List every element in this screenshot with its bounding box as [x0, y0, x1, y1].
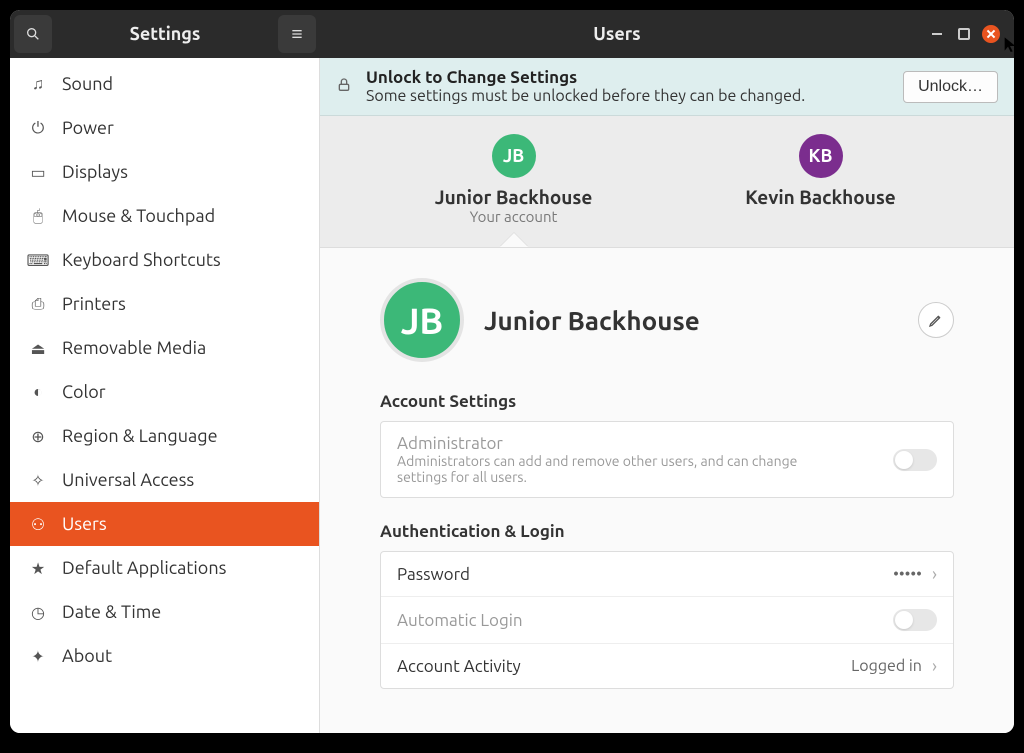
- close-button[interactable]: [982, 25, 1000, 43]
- administrator-row: Administrator Administrators can add and…: [381, 422, 953, 497]
- sidebar-item-label: Printers: [62, 294, 126, 314]
- sidebar-item-region-language[interactable]: ⊕ Region & Language: [10, 414, 319, 458]
- sidebar-item-about[interactable]: ✦ About: [10, 634, 319, 678]
- automatic-login-label: Automatic Login: [397, 611, 893, 630]
- sidebar-item-label: Color: [62, 382, 106, 402]
- removable-media-icon: ⏏: [28, 339, 48, 358]
- sidebar-item-label: Universal Access: [62, 470, 194, 490]
- sidebar-item-label: Date & Time: [62, 602, 161, 622]
- user-name-label: Kevin Backhouse: [711, 186, 931, 208]
- profile-header: JB Junior Backhouse: [380, 278, 954, 362]
- maximize-button[interactable]: [958, 28, 970, 40]
- password-value: •••••: [893, 565, 922, 583]
- date-time-icon: ◷: [28, 603, 48, 622]
- unlock-button[interactable]: Unlock…: [903, 71, 998, 103]
- user-card-junior-backhouse[interactable]: JB Junior BackhouseYour account: [404, 134, 624, 225]
- edit-name-button[interactable]: [918, 302, 954, 338]
- sidebar-item-label: Users: [62, 514, 107, 534]
- automatic-login-row: Automatic Login: [381, 597, 953, 644]
- sidebar-item-displays[interactable]: ▭ Displays: [10, 150, 319, 194]
- displays-icon: ▭: [28, 163, 48, 182]
- titlebar: Settings Users: [10, 10, 1014, 58]
- sidebar-item-label: Removable Media: [62, 338, 206, 358]
- sidebar-item-users[interactable]: ⚇ Users: [10, 502, 319, 546]
- sidebar[interactable]: ♫ Sound ⏻ Power ▭ Displays 🖱 Mouse & Touchpad ⌨ K…: [10, 58, 320, 733]
- sidebar-item-label: Keyboard Shortcuts: [62, 250, 221, 270]
- unlock-title: Unlock to Change Settings: [366, 68, 889, 87]
- printers-icon: ⎙: [28, 295, 48, 314]
- search-button[interactable]: [14, 15, 52, 53]
- window-controls: [914, 25, 1014, 43]
- profile-name: Junior Backhouse: [484, 306, 898, 335]
- sidebar-item-label: Default Applications: [62, 558, 226, 578]
- profile-avatar[interactable]: JB: [380, 278, 464, 362]
- auth-section-title: Authentication & Login: [380, 522, 954, 541]
- sidebar-item-removable-media[interactable]: ⏏ Removable Media: [10, 326, 319, 370]
- sidebar-item-color[interactable]: ◐ Color: [10, 370, 319, 414]
- content-area: JB Junior Backhouse Account Settings Adm…: [320, 248, 1014, 733]
- sidebar-item-label: Displays: [62, 162, 128, 182]
- chevron-right-icon: ›: [932, 656, 937, 676]
- keyboard-shortcuts-icon: ⌨: [28, 251, 48, 270]
- region-language-icon: ⊕: [28, 427, 48, 446]
- settings-window: Settings Users ♫ Sound ⏻ Power ▭ Displays 🖱 Mou…: [10, 10, 1014, 733]
- default-applications-icon: ★: [28, 559, 48, 578]
- sidebar-item-universal-access[interactable]: ✧ Universal Access: [10, 458, 319, 502]
- account-settings-title: Account Settings: [380, 392, 954, 411]
- sidebar-item-printers[interactable]: ⎙ Printers: [10, 282, 319, 326]
- administrator-label: Administrator: [397, 434, 893, 453]
- users-icon: ⚇: [28, 515, 48, 534]
- sidebar-item-label: About: [62, 646, 112, 666]
- auth-panel: Password ••••• › Automatic Login Account…: [380, 551, 954, 689]
- window-body: ♫ Sound ⏻ Power ▭ Displays 🖱 Mouse & Touchpad ⌨ K…: [10, 58, 1014, 733]
- sidebar-item-power[interactable]: ⏻ Power: [10, 106, 319, 150]
- universal-access-icon: ✧: [28, 471, 48, 490]
- sidebar-item-mouse-touchpad[interactable]: 🖱 Mouse & Touchpad: [10, 194, 319, 238]
- sidebar-item-label: Region & Language: [62, 426, 218, 446]
- about-icon: ✦: [28, 647, 48, 666]
- sidebar-item-label: Sound: [62, 74, 113, 94]
- administrator-description: Administrators can add and remove other …: [397, 453, 817, 485]
- sound-icon: ♫: [28, 75, 48, 94]
- color-icon: ◐: [28, 383, 48, 402]
- sidebar-item-date-time[interactable]: ◷ Date & Time: [10, 590, 319, 634]
- sidebar-item-sound[interactable]: ♫ Sound: [10, 62, 319, 106]
- mouse-touchpad-icon: 🖱: [28, 207, 48, 226]
- sidebar-item-label: Mouse & Touchpad: [62, 206, 215, 226]
- password-label: Password: [397, 565, 893, 584]
- minimize-button[interactable]: [928, 25, 946, 43]
- sidebar-item-keyboard-shortcuts[interactable]: ⌨ Keyboard Shortcuts: [10, 238, 319, 282]
- sidebar-item-default-applications[interactable]: ★ Default Applications: [10, 546, 319, 590]
- automatic-login-toggle[interactable]: [893, 609, 937, 631]
- avatar: JB: [492, 134, 536, 178]
- page-title: Users: [320, 24, 914, 44]
- lock-icon: [336, 77, 352, 97]
- sidebar-item-label: Power: [62, 118, 114, 138]
- account-activity-value: Logged in: [851, 657, 922, 675]
- avatar: KB: [799, 134, 843, 178]
- account-settings-panel: Administrator Administrators can add and…: [380, 421, 954, 498]
- password-row[interactable]: Password ••••• ›: [381, 552, 953, 597]
- user-card-kevin-backhouse[interactable]: KB Kevin Backhouse: [711, 134, 931, 225]
- account-activity-label: Account Activity: [397, 657, 851, 676]
- unlock-banner: Unlock to Change Settings Some settings …: [320, 58, 1014, 116]
- power-icon: ⏻: [28, 119, 48, 138]
- administrator-toggle[interactable]: [893, 449, 937, 471]
- titlebar-right: Users: [320, 10, 1014, 58]
- user-switcher: JB Junior BackhouseYour account KB Kevin Ba…: [320, 116, 1014, 248]
- unlock-text: Unlock to Change Settings Some settings …: [366, 68, 889, 105]
- user-sub-label: Your account: [404, 208, 624, 225]
- chevron-right-icon: ›: [932, 564, 937, 584]
- account-activity-row[interactable]: Account Activity Logged in ›: [381, 644, 953, 688]
- titlebar-left: Settings: [10, 10, 320, 58]
- user-name-label: Junior Backhouse: [404, 186, 624, 208]
- sidebar-title: Settings: [56, 24, 274, 44]
- main-panel: Unlock to Change Settings Some settings …: [320, 58, 1014, 733]
- unlock-subtitle: Some settings must be unlocked before th…: [366, 87, 889, 105]
- hamburger-menu-button[interactable]: [278, 15, 316, 53]
